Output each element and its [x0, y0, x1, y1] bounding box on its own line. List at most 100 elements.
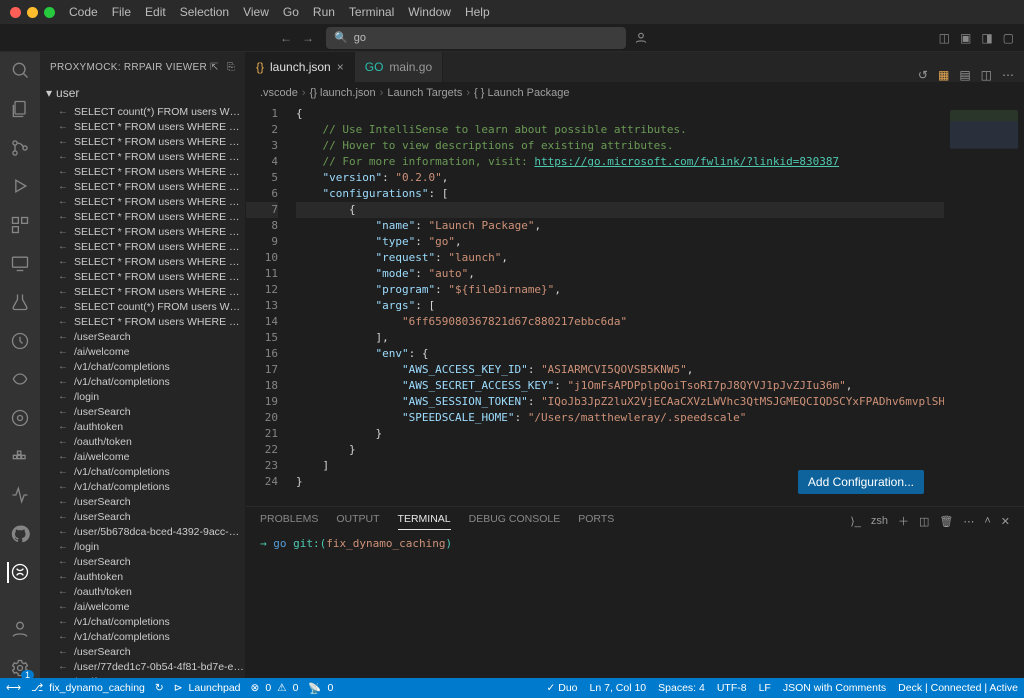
code-line[interactable]: "type": "go",	[296, 234, 944, 250]
debug-icon[interactable]	[8, 176, 32, 197]
menu-run[interactable]: Run	[313, 5, 335, 19]
action-a-icon[interactable]: ▦	[938, 68, 949, 82]
tree-item[interactable]: ←/userSearch	[40, 494, 245, 509]
code-line[interactable]: "configurations": [	[296, 186, 944, 202]
status-problems[interactable]: ⊗ 0 ⚠ 0	[251, 682, 299, 694]
code-line[interactable]: // For more information, visit: https://…	[296, 154, 944, 170]
tree-item[interactable]: ←/user/77ded1c7-0b54-4f81-bd7e-eb591df..…	[40, 659, 245, 674]
code-editor[interactable]: 123456789101112131415161718192021222324 …	[246, 104, 1024, 506]
tree-item[interactable]: ←SELECT count(*) FROM users WHERE use...	[40, 104, 245, 119]
github-icon[interactable]	[8, 524, 32, 545]
tree-item[interactable]: ←SELECT * FROM users WHERE email = 'ke..…	[40, 284, 245, 299]
tree-item[interactable]: ←SELECT * FROM users WHERE email = 'ke..…	[40, 209, 245, 224]
speedscale-icon[interactable]	[8, 330, 32, 351]
tree-item[interactable]: ←/v1/chat/completions	[40, 359, 245, 374]
plugin-a-icon[interactable]	[8, 369, 32, 390]
menu-code[interactable]: Code	[69, 5, 98, 19]
status-eol[interactable]: LF	[759, 682, 771, 694]
breadcrumb-item[interactable]: .vscode	[260, 87, 298, 99]
more-icon[interactable]: ⋯	[1002, 68, 1014, 82]
status-spaces[interactable]: Spaces: 4	[658, 682, 705, 694]
search-box[interactable]: 🔍 go	[326, 27, 626, 49]
layout-sidebar-icon[interactable]: ▣	[960, 31, 971, 45]
status-language[interactable]: JSON with Comments	[783, 682, 886, 694]
menu-file[interactable]: File	[112, 5, 131, 19]
close-window-icon[interactable]	[10, 7, 21, 18]
code-line[interactable]: // Use IntelliSense to learn about possi…	[296, 122, 944, 138]
status-deck[interactable]: Deck | Connected | Active	[898, 682, 1018, 694]
tree-item[interactable]: ←/user/5b678dca-bced-4392-9acc-b0aba...	[40, 524, 245, 539]
layout-split-icon[interactable]: ◨	[981, 31, 992, 45]
tree-item[interactable]: ←/v1/chat/completions	[40, 614, 245, 629]
tree-item[interactable]: ←SELECT count(*) FROM users WHERE use...	[40, 299, 245, 314]
tree-item[interactable]: ←/oauth/token	[40, 434, 245, 449]
panel-tab-ports[interactable]: PORTS	[578, 513, 614, 529]
tree-item[interactable]: ←SELECT * FROM users WHERE email = 'na..…	[40, 164, 245, 179]
code-line[interactable]: "program": "${fileDirname}",	[296, 282, 944, 298]
tree-item[interactable]: ←SELECT * FROM users WHERE email = 'ke..…	[40, 239, 245, 254]
tree-item[interactable]: ←SELECT * FROM users WHERE email = 'ke..…	[40, 224, 245, 239]
chevron-up-panel-icon[interactable]: ˄	[984, 515, 990, 527]
split-editor-icon[interactable]: ◫	[981, 68, 992, 82]
tree-item[interactable]: ←/v1/chat/completions	[40, 479, 245, 494]
tree-item[interactable]: ←SELECT * FROM users WHERE email = 'na..…	[40, 134, 245, 149]
code-content[interactable]: { // Use IntelliSense to learn about pos…	[286, 104, 944, 506]
remote-icon[interactable]	[8, 253, 32, 274]
status-ports[interactable]: 📡 0	[308, 682, 333, 695]
tree-item[interactable]: ←SELECT * FROM users WHERE email = 'na..…	[40, 119, 245, 134]
menu-edit[interactable]: Edit	[145, 5, 166, 19]
remote-indicator[interactable]: ⟷	[6, 682, 21, 694]
tree-item[interactable]: ←/v1/chat/completions	[40, 374, 245, 389]
nav-forward-icon[interactable]: →	[302, 31, 314, 45]
breadcrumb-item[interactable]: {} launch.json	[310, 87, 376, 99]
source-control-icon[interactable]	[8, 137, 32, 158]
terminal[interactable]: → go git:(fix_dynamo_caching)	[246, 535, 1024, 678]
plugin-b-icon[interactable]	[8, 408, 32, 429]
code-line[interactable]: "args": [	[296, 298, 944, 314]
tree-item[interactable]: ←/authtoken	[40, 569, 245, 584]
minimap[interactable]	[944, 104, 1024, 506]
tree-item[interactable]: ←SELECT * FROM users WHERE email = 'na..…	[40, 194, 245, 209]
sidebar-action-b-icon[interactable]: ⎘	[227, 62, 235, 73]
plugin-c-icon[interactable]	[8, 485, 32, 506]
more-panel-icon[interactable]: ⋯	[963, 515, 974, 528]
tree-item[interactable]: ←/userSearch	[40, 644, 245, 659]
action-b-icon[interactable]: ▤	[959, 68, 970, 82]
nav-back-icon[interactable]: ←	[280, 31, 292, 45]
code-line[interactable]: "AWS_SESSION_TOKEN": "IQoJb3JpZ2luX2VjEC…	[296, 394, 944, 410]
add-configuration-button[interactable]: Add Configuration...	[798, 470, 924, 494]
menu-help[interactable]: Help	[465, 5, 490, 19]
extensions-icon[interactable]	[8, 215, 32, 236]
history-icon[interactable]: ↺	[918, 68, 928, 82]
sidebar-folder[interactable]: ▾ user	[40, 82, 245, 104]
tree-item[interactable]: ←/v1/chat/completions	[40, 464, 245, 479]
panel-tab-output[interactable]: OUTPUT	[336, 513, 379, 529]
status-duo[interactable]: ✓ Duo	[547, 682, 578, 694]
tab-launch-json[interactable]: {}launch.json×	[246, 52, 355, 82]
panel-tab-terminal[interactable]: TERMINAL	[398, 513, 451, 530]
new-terminal-icon[interactable]: ＋	[898, 513, 909, 529]
code-line[interactable]: "request": "launch",	[296, 250, 944, 266]
trash-icon[interactable]: 🗑	[939, 515, 953, 528]
docker-icon[interactable]	[8, 446, 32, 467]
status-sync[interactable]: ↻	[155, 682, 164, 694]
terminal-shell-icon[interactable]: ⟩_	[850, 515, 860, 528]
status-line-col[interactable]: Ln 7, Col 10	[590, 682, 647, 694]
status-launch[interactable]: ⊳ Launchpad	[174, 682, 241, 694]
tree-item[interactable]: ←/userSearch	[40, 329, 245, 344]
code-line[interactable]: "AWS_SECRET_ACCESS_KEY": "j1OmFsAPDPplpQ…	[296, 378, 944, 394]
maximize-window-icon[interactable]	[44, 7, 55, 18]
menu-window[interactable]: Window	[408, 5, 451, 19]
panel-tab-debug-console[interactable]: DEBUG CONSOLE	[469, 513, 561, 529]
code-line[interactable]: {	[296, 106, 944, 122]
sidebar-action-a-icon[interactable]: ⇱	[210, 62, 219, 73]
tree-item[interactable]: ←/ai/welcome	[40, 344, 245, 359]
account-icon[interactable]	[8, 619, 32, 640]
tree-item[interactable]: ←SELECT * FROM users WHERE email = 'na..…	[40, 149, 245, 164]
layout-customize-icon[interactable]: ▢	[1003, 31, 1014, 45]
tree-item[interactable]: ←/ai/welcome	[40, 599, 245, 614]
tree-item[interactable]: ←/v1/chat/completions	[40, 629, 245, 644]
tab-main-go[interactable]: GOmain.go	[355, 52, 443, 82]
breadcrumb[interactable]: .vscode›{} launch.json›Launch Targets›{ …	[246, 82, 1024, 104]
panel-tab-problems[interactable]: PROBLEMS	[260, 513, 318, 529]
